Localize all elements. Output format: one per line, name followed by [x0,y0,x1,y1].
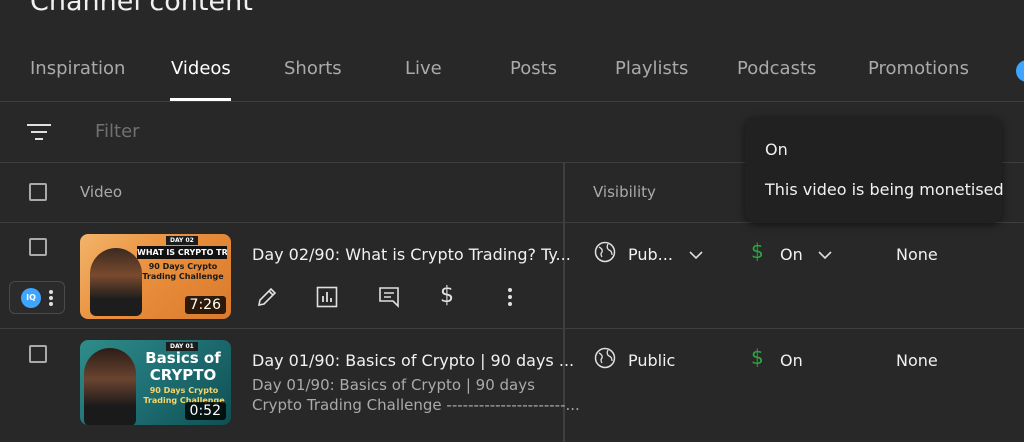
video-duration: 0:52 [184,402,226,420]
row-checkbox[interactable] [29,345,47,363]
video-description-line-1: Day 01/90: Basics of Crypto | 90 days [252,376,535,394]
monetized-dollar-icon: $ [751,345,764,369]
extension-more-icon[interactable] [48,288,54,308]
tab-promotions[interactable]: Promotions [868,58,969,79]
tab-shorts[interactable]: Shorts [284,58,342,79]
restrictions-value: None [896,245,938,264]
monetization-dollar-icon[interactable]: $ [440,283,454,308]
thumbnail-subtitle: 90 Days Crypto Trading Challenge [142,262,224,281]
extension-widget[interactable]: IQ [9,281,65,314]
filter-input[interactable]: Filter [95,121,140,142]
page-title: Channel content [30,0,253,17]
monetization-value[interactable]: On [780,245,803,264]
monetized-dollar-icon: $ [751,239,764,263]
more-options-icon[interactable] [500,285,520,309]
tab-podcasts[interactable]: Podcasts [737,58,816,79]
tab-more-indicator-icon[interactable] [1016,60,1024,82]
select-all-checkbox[interactable] [29,183,47,201]
edit-pencil-icon[interactable] [255,285,279,309]
video-description-line-2: Crypto Trading Challenge ---------------… [252,396,580,414]
tab-videos[interactable]: Videos [171,58,231,79]
monetization-value[interactable]: On [780,351,803,370]
person-image [84,348,136,425]
video-duration: 7:26 [184,296,226,314]
tooltip-title: On [765,140,788,159]
chevron-down-icon[interactable] [817,246,833,260]
tooltip-body: This video is being monetised [765,180,1004,199]
thumbnail-headline: WHAT IS CRYPTO TRADING [137,246,227,259]
tab-playlists[interactable]: Playlists [615,58,688,79]
tabs-divider [0,101,1024,102]
video-title[interactable]: Day 02/90: What is Crypto Trading? Ty... [252,245,571,264]
visibility-value[interactable]: Pub... [628,245,673,264]
person-image [90,248,142,316]
tab-live[interactable]: Live [405,58,442,79]
table-row[interactable]: DAY 01 Basics of CRYPTO 90 Days Crypto T… [0,329,1024,442]
chevron-down-icon[interactable] [688,246,704,260]
globe-icon [594,347,616,369]
table-row[interactable]: DAY 02 WHAT IS CRYPTO TRADING 90 Days Cr… [0,223,1024,328]
filter-icon[interactable] [27,122,51,142]
extension-logo: IQ [21,288,41,308]
monetization-tooltip [745,117,1002,223]
video-thumbnail[interactable]: DAY 02 WHAT IS CRYPTO TRADING 90 Days Cr… [80,234,231,319]
restrictions-value: None [896,351,938,370]
day-badge: DAY 02 [166,236,198,245]
visibility-value[interactable]: Public [628,351,675,370]
tab-posts[interactable]: Posts [510,58,557,79]
thumbnail-headline-2: CRYPTO [149,366,217,384]
thumbnail-headline: Basics of [145,349,221,367]
comments-icon[interactable] [377,285,401,309]
column-header-visibility[interactable]: Visibility [593,183,656,201]
globe-icon [594,241,616,263]
tab-inspiration[interactable]: Inspiration [30,58,125,79]
column-header-video[interactable]: Video [80,183,122,201]
video-thumbnail[interactable]: DAY 01 Basics of CRYPTO 90 Days Crypto T… [80,340,231,425]
row-checkbox[interactable] [29,238,47,256]
analytics-icon[interactable] [315,285,339,309]
video-title[interactable]: Day 01/90: Basics of Crypto | 90 days ..… [252,351,574,370]
